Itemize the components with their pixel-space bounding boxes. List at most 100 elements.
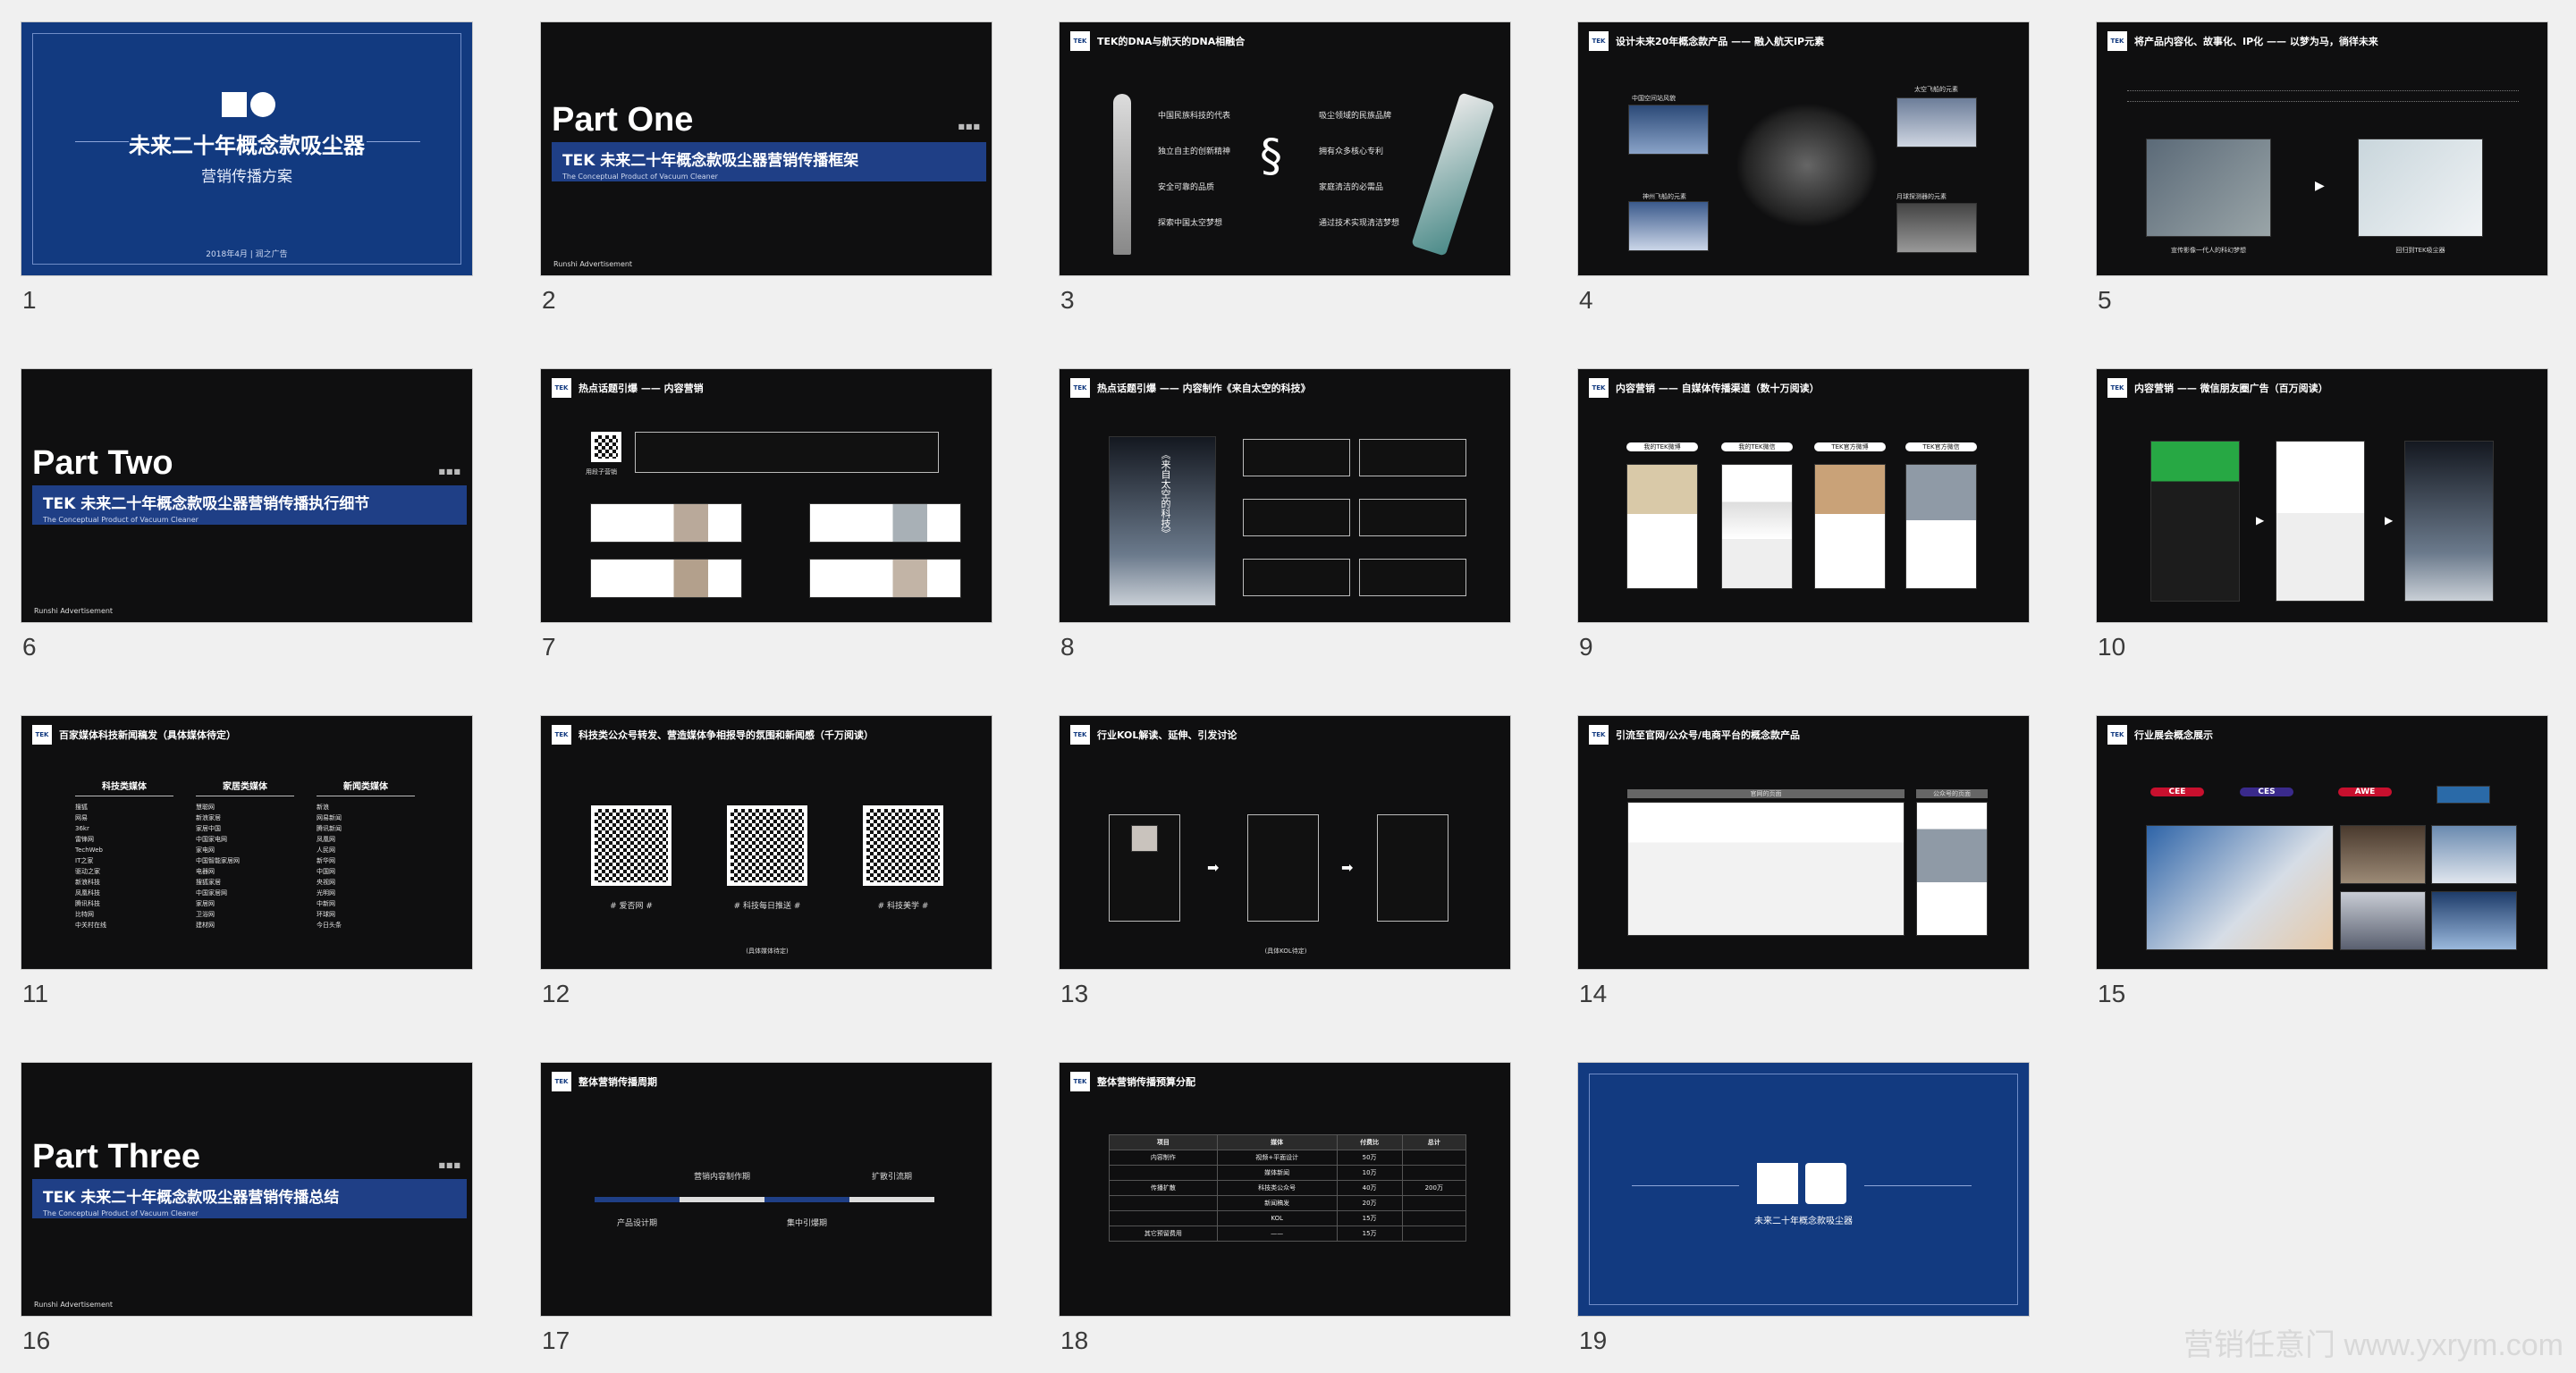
slide-2[interactable]: Part One TEK 未来二十年概念款吸尘器营销传播框架 The Conce… — [540, 21, 992, 276]
expo-photo — [2431, 891, 2517, 950]
product-wireframe-image — [1736, 103, 1879, 228]
expo-photo — [2340, 825, 2426, 884]
slide-15[interactable]: TEK 行业展会概念展示 CEE CES AWE — [2096, 715, 2548, 970]
kol-discussion-box — [1377, 814, 1448, 922]
channel-tab[interactable]: TEK官方微博 — [1814, 442, 1886, 451]
expo-photo — [2146, 825, 2334, 950]
expo-logo: CES — [2240, 788, 2293, 796]
slide-number: 18 — [1060, 1327, 1089, 1354]
landing-page-image — [2404, 441, 2494, 602]
slide-thumb-6[interactable]: Part Two TEK 未来二十年概念款吸尘器营销传播执行细节 The Con… — [21, 368, 473, 661]
slide-header: TEK 热点话题引爆 —— 内容营销 — [552, 378, 704, 398]
vacuum-icon — [1411, 92, 1495, 257]
image-label: 神州飞船的元素 — [1643, 193, 1686, 200]
slide-14[interactable]: TEK 引流至官网/公众号/电商平台的概念款产品 官网的页面 公众号的页面 — [1577, 715, 2030, 970]
slide-19[interactable]: 未来二十年概念款吸尘器 — [1577, 1062, 2030, 1317]
slide-number: 16 — [22, 1327, 51, 1354]
arrow-right-icon: ▶ — [2315, 179, 2325, 193]
account-name: # 科技每日推送 # — [733, 902, 801, 911]
article-card[interactable] — [809, 559, 961, 598]
account-name: # 科技美学 # — [877, 902, 929, 911]
slide-13[interactable]: TEK 行业KOL解读、延伸、引发讨论 ➡ ➡ (具体KOL待定) — [1059, 715, 1511, 970]
article-card[interactable] — [590, 559, 742, 598]
expo-logo: AWE — [2338, 788, 2392, 796]
slide-thumb-3[interactable]: TEK TEK的DNA与航天的DNA相融合 中国民族科技的代表 独立自主的创新精神… — [1059, 21, 1511, 314]
slide-8[interactable]: TEK 热点话题引爆 —— 内容制作《来自太空的科技》 《来自太空的科技》 — [1059, 368, 1511, 623]
footer-text: Runshi Advertisement — [34, 607, 114, 615]
media-list: 慧聪网 新浪家居 家居中国 中国家电网 家电网 中国智能家居网 电器网 搜狐家居 中国家居网 家居… — [196, 804, 240, 929]
article-card[interactable] — [809, 503, 961, 543]
text-paragraph-placeholder — [2127, 90, 2519, 93]
channel-tab[interactable]: 我的TEK微博 — [1626, 442, 1698, 451]
rocket-icon — [1113, 94, 1131, 255]
part-bar-subtitle: The Conceptual Product of Vacuum Cleaner — [43, 516, 198, 524]
table-row: 内容制作 视频+平面设计 50万 — [1109, 1150, 1467, 1166]
kol-content-box — [1247, 814, 1319, 922]
slide-header: TEK TEK的DNA与航天的DNA相融合 — [1070, 31, 1245, 51]
slide-thumb-4[interactable]: TEK 设计未来20年概念款产品 —— 融入航天IP元素 中国空间站风貌 神州飞船… — [1577, 21, 2030, 314]
table-row: 其它预留费用 —— 15万 — [1109, 1226, 1467, 1242]
channel-tab[interactable]: 我的TEK微信 — [1721, 442, 1793, 451]
table-row: 媒体新闻 10万 — [1109, 1165, 1467, 1181]
image-caption: 回归到TEK吸尘器 — [2395, 247, 2445, 254]
slide-thumb-19[interactable]: 未来二十年概念款吸尘器 19 — [1577, 1062, 2030, 1354]
dots-decoration: ■■■ — [438, 1161, 461, 1169]
part-bar: TEK 未来二十年概念款吸尘器营销传播框架 The Conceptual Pro… — [552, 142, 986, 181]
slide-thumb-7[interactable]: TEK 热点话题引爆 —— 内容营销 用段子营销 7 — [540, 368, 992, 661]
slide-thumb-14[interactable]: TEK 引流至官网/公众号/电商平台的概念款产品 官网的页面 公众号的页面 14 — [1577, 715, 2030, 1007]
slide-number: 15 — [2098, 980, 2126, 1007]
space-logo-icon — [1805, 1163, 1846, 1204]
slide-number: 3 — [1060, 286, 1075, 314]
slide-thumb-2[interactable]: Part One TEK 未来二十年概念款吸尘器营销传播框架 The Conce… — [540, 21, 992, 314]
slide-4[interactable]: TEK 设计未来20年概念款产品 —— 融入航天IP元素 中国空间站风貌 神州飞船… — [1577, 21, 2030, 276]
stage-label: 产品设计期 — [616, 1219, 657, 1228]
slide-thumb-1[interactable]: 未来二十年概念款吸尘器 营销传播方案 2018年4月 | 润之广告 1 — [21, 21, 473, 314]
slide-18[interactable]: TEK 整体营销传播预算分配 项目 媒体 付费比 总计 内容制作 视频+平面设计 50… — [1059, 1062, 1511, 1317]
slide-5[interactable]: TEK 将产品内容化、故事化、IP化 —— 以梦为马，徜徉未来 ▶ 宣传影像一代人… — [2096, 21, 2548, 276]
slide-11[interactable]: TEK 百家媒体科技新闻稿发（具体媒体待定） 科技类媒体 家居类媒体 新闻类媒体 … — [21, 715, 473, 970]
slide-thumb-8[interactable]: TEK 热点话题引爆 —— 内容制作《来自太空的科技》 《来自太空的科技》 8 — [1059, 368, 1511, 661]
slide-6[interactable]: Part Two TEK 未来二十年概念款吸尘器营销传播执行细节 The Con… — [21, 368, 473, 623]
slide-10[interactable]: TEK 内容营销 —— 微信朋友圈广告（百万阅读） ▶ ▶ — [2096, 368, 2548, 623]
slide-thumb-16[interactable]: Part Three TEK 未来二十年概念款吸尘器营销传播总结 The Con… — [21, 1062, 473, 1354]
description-box — [635, 432, 939, 473]
slide-thumb-9[interactable]: TEK 内容营销 —— 自媒体传播渠道（数十万阅读） 我的TEK微博 我的TEK微… — [1577, 368, 2030, 661]
slide-thumb-11[interactable]: TEK 百家媒体科技新闻稿发（具体媒体待定） 科技类媒体 家居类媒体 新闻类媒体 … — [21, 715, 473, 1007]
timeline-segment — [680, 1197, 764, 1202]
website-screenshot — [1627, 802, 1905, 936]
slide-header: TEK 科技类公众号转发、营造媒体争相报导的氛围和新闻感（千万阅读） — [552, 725, 874, 745]
slide-1[interactable]: 未来二十年概念款吸尘器 营销传播方案 2018年4月 | 润之广告 — [21, 21, 473, 276]
slide-3[interactable]: TEK TEK的DNA与航天的DNA相融合 中国民族科技的代表 独立自主的创新精神… — [1059, 21, 1511, 276]
slide-16[interactable]: Part Three TEK 未来二十年概念款吸尘器营销传播总结 The Con… — [21, 1062, 473, 1317]
slide-12[interactable]: TEK 科技类公众号转发、营造媒体争相报导的氛围和新闻感（千万阅读） # 爱否网 … — [540, 715, 992, 970]
slide-thumb-15[interactable]: TEK 行业展会概念展示 CEE CES AWE 15 — [2096, 715, 2548, 1007]
image-label: 太空飞船的元素 — [1914, 86, 1958, 93]
slide-number: 9 — [1579, 633, 1593, 661]
text-paragraph-placeholder — [2127, 101, 2519, 104]
slide-thumb-17[interactable]: TEK 整体营销传播周期 产品设计期 营销内容制作期 集中引爆期 扩散引流期 17 — [540, 1062, 992, 1354]
qr-code — [591, 805, 671, 886]
space-station-image — [1628, 105, 1709, 155]
slide-header: TEK 行业KOL解读、延伸、引发讨论 — [1070, 725, 1237, 745]
slide-thumb-10[interactable]: TEK 内容营销 —— 微信朋友圈广告（百万阅读） ▶ ▶ 10 — [2096, 368, 2548, 661]
part-bar-title: TEK 未来二十年概念款吸尘器营销传播总结 — [43, 1189, 340, 1207]
slide-date: 2018年4月 | 润之广告 — [206, 250, 288, 259]
slide-thumb-13[interactable]: TEK 行业KOL解读、延伸、引发讨论 ➡ ➡ (具体KOL待定) 13 — [1059, 715, 1511, 1007]
article-card[interactable] — [590, 503, 742, 543]
part-title: Part Two — [32, 444, 173, 482]
slide-header: TEK 设计未来20年概念款产品 —— 融入航天IP元素 — [1589, 31, 1824, 51]
slide-thumb-18[interactable]: TEK 整体营销传播预算分配 项目 媒体 付费比 总计 内容制作 视频+平面设计 50… — [1059, 1062, 1511, 1354]
slide-thumb-12[interactable]: TEK 科技类公众号转发、营造媒体争相报导的氛围和新闻感（千万阅读） # 爱否网 … — [540, 715, 992, 1007]
watermark: 营销任意门 www.yxrym.com — [2183, 1328, 2563, 1362]
slide-17[interactable]: TEK 整体营销传播周期 产品设计期 营销内容制作期 集中引爆期 扩散引流期 — [540, 1062, 992, 1317]
slide-thumb-5[interactable]: TEK 将产品内容化、故事化、IP化 —— 以梦为马，徜徉未来 ▶ 宣传影像一代人… — [2096, 21, 2548, 314]
dots-decoration: ■■■ — [958, 122, 981, 131]
slide-9[interactable]: TEK 内容营销 —— 自媒体传播渠道（数十万阅读） 我的TEK微博 我的TEK微… — [1577, 368, 2030, 623]
expo-photo — [2340, 891, 2426, 950]
table-row: KOL 15万 — [1109, 1210, 1467, 1226]
timeline-segment — [849, 1197, 934, 1202]
channel-tab[interactable]: TEK官方微信 — [1905, 442, 1977, 451]
tek-logo-icon — [1757, 1163, 1798, 1204]
slide-7[interactable]: TEK 热点话题引爆 —— 内容营销 用段子营销 — [540, 368, 992, 623]
story-box — [1243, 559, 1350, 596]
